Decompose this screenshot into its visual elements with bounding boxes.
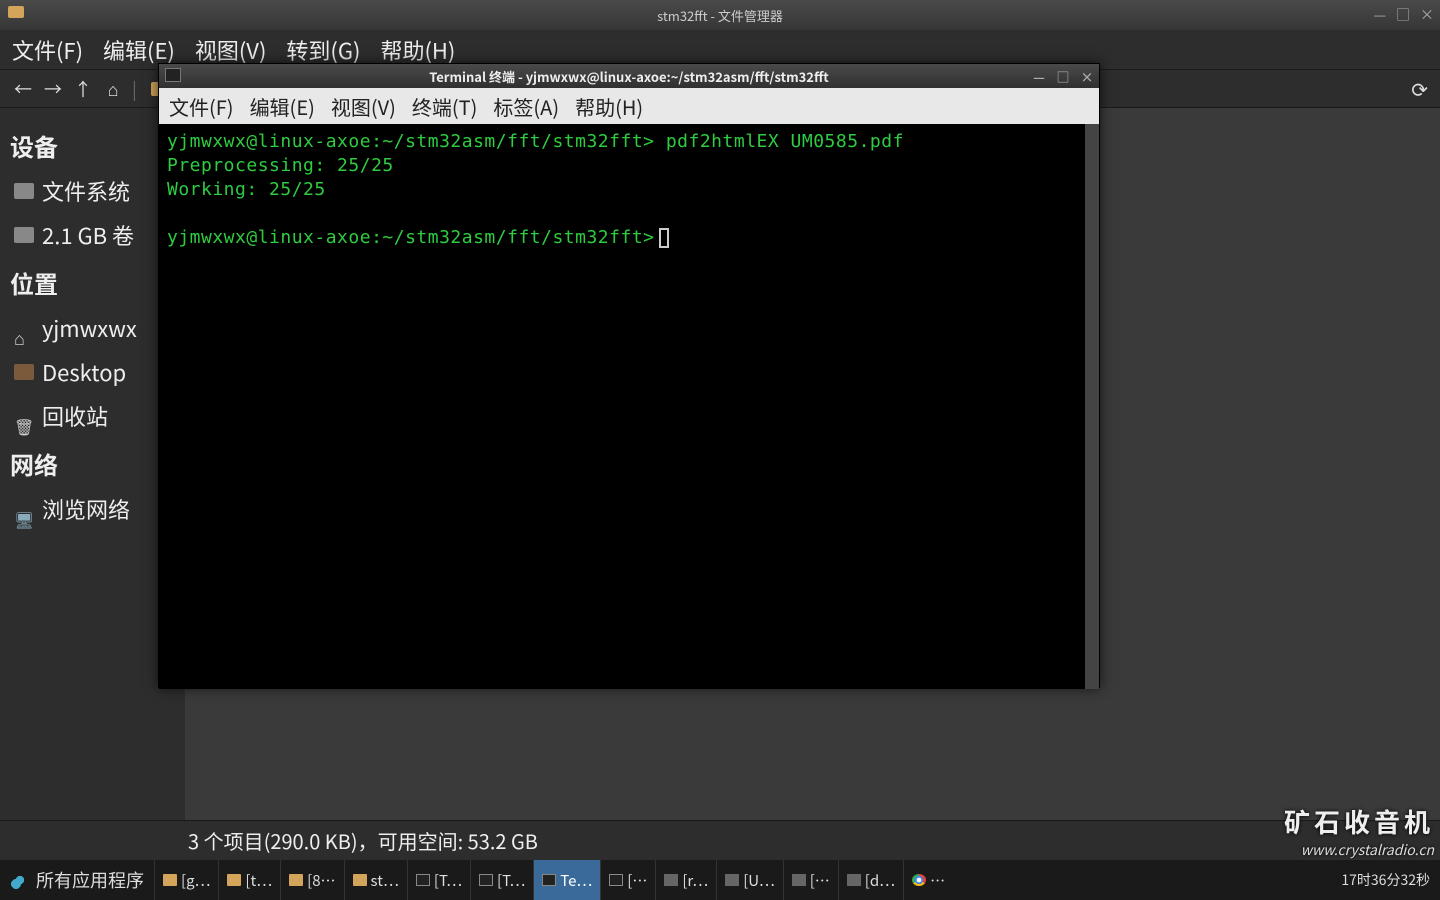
terminal-maximize-button[interactable]: □ xyxy=(1055,67,1071,86)
term-menu-help[interactable]: 帮助(H) xyxy=(575,92,643,121)
term-menu-edit[interactable]: 编辑(E) xyxy=(250,92,315,121)
nav-forward-icon[interactable]: → xyxy=(42,76,64,102)
terminal-prompt: yjmwxwx@linux-axoe:~/stm32asm/fft/stm32f… xyxy=(167,131,655,152)
file-manager-statusbar: 3 个项目(290.0 KB)，可用空间: 53.2 GB xyxy=(0,820,1440,860)
generic-icon xyxy=(847,874,861,886)
terminal-titlebar[interactable]: Terminal 终端 - yjmwxwx@linux-axoe:~/stm32… xyxy=(159,64,1099,88)
taskbar-item-label: Te… xyxy=(560,870,592,891)
folder-icon xyxy=(289,874,303,886)
sidebar-item-desktop[interactable]: Desktop xyxy=(10,350,175,394)
taskbar-item[interactable]: … xyxy=(903,860,953,900)
taskbar-item[interactable]: [… xyxy=(600,860,655,900)
taskbar-item-label: [T… xyxy=(434,870,462,891)
menu-help[interactable]: 帮助(H) xyxy=(380,34,455,66)
term-icon xyxy=(542,874,556,886)
nav-up-icon[interactable]: ↑ xyxy=(72,76,94,102)
menu-file[interactable]: 文件(F) xyxy=(12,34,83,66)
taskbar-item[interactable]: [g… xyxy=(154,860,218,900)
terminal-prompt: yjmwxwx@linux-axoe:~/stm32asm/fft/stm32f… xyxy=(167,227,655,248)
sidebar-item-home[interactable]: yjmwxwx xyxy=(10,306,175,350)
file-manager-title: stm32fft - 文件管理器 xyxy=(657,6,783,25)
terminal-output-line: Preprocessing: 25/25 xyxy=(167,154,1091,178)
term-menu-file[interactable]: 文件(F) xyxy=(169,92,234,121)
term-menu-terminal[interactable]: 终端(T) xyxy=(412,92,478,121)
folder-icon xyxy=(8,6,24,18)
taskbar-item-label: [d… xyxy=(865,870,895,891)
nav-home-icon[interactable]: ⌂ xyxy=(102,76,124,102)
taskbar-item-label: [8… xyxy=(307,870,335,891)
trash-icon xyxy=(14,408,34,424)
sidebar-item-browse-network[interactable]: 浏览网络 xyxy=(10,487,175,531)
menu-go[interactable]: 转到(G) xyxy=(286,34,360,66)
taskbar-item-label: st… xyxy=(371,870,399,891)
disk-icon xyxy=(14,227,34,243)
terminal-minimize-button[interactable]: — xyxy=(1031,67,1047,86)
taskbar-item-label: [r… xyxy=(682,870,708,891)
terminal-command: pdf2htmlEX UM0585.pdf xyxy=(655,131,904,152)
clock[interactable]: 17时36分32秒 xyxy=(1341,870,1430,890)
sidebar-section-network: 网络 xyxy=(10,446,175,481)
term-icon xyxy=(416,874,430,886)
taskbar-item[interactable]: [r… xyxy=(655,860,716,900)
minimize-button[interactable]: — xyxy=(1373,5,1386,25)
terminal-output-line: Working: 25/25 xyxy=(167,178,1091,202)
folder-icon xyxy=(227,874,241,886)
close-button[interactable]: × xyxy=(1420,5,1434,25)
sidebar-section-places: 位置 xyxy=(10,265,175,300)
terminal-window: Terminal 终端 - yjmwxwx@linux-axoe:~/stm32… xyxy=(158,63,1100,688)
generic-icon xyxy=(725,874,739,886)
taskbar-item[interactable]: [t… xyxy=(218,860,280,900)
taskbar-item[interactable]: st… xyxy=(344,860,407,900)
maximize-button[interactable]: □ xyxy=(1396,5,1410,25)
taskbar-item-label: [U… xyxy=(743,870,775,891)
taskbar-item[interactable]: [8… xyxy=(280,860,343,900)
term-icon xyxy=(479,874,493,886)
taskbar-item[interactable]: [T… xyxy=(470,860,533,900)
taskbar-item[interactable]: Te… xyxy=(533,860,600,900)
taskbar-item-label: [g… xyxy=(181,870,210,891)
sidebar-item-trash[interactable]: 回收站 xyxy=(10,394,175,438)
home-icon xyxy=(14,320,34,336)
taskbar-item[interactable]: [… xyxy=(783,860,838,900)
term-menu-view[interactable]: 视图(V) xyxy=(331,92,396,121)
taskbar-item-label: [… xyxy=(627,870,647,891)
network-icon xyxy=(14,501,34,517)
generic-icon xyxy=(664,874,678,886)
terminal-close-button[interactable]: × xyxy=(1079,67,1095,86)
term-icon xyxy=(609,874,623,886)
folder-icon xyxy=(163,874,177,886)
refresh-icon[interactable]: ⟳ xyxy=(1411,74,1428,103)
terminal-scrollbar[interactable] xyxy=(1085,124,1099,689)
terminal-title: Terminal 终端 - yjmwxwx@linux-axoe:~/stm32… xyxy=(429,67,829,86)
start-menu-button[interactable]: 所有应用程序 xyxy=(0,860,154,900)
nav-back-icon[interactable]: ← xyxy=(12,76,34,102)
sidebar-item-volume[interactable]: 2.1 GB 卷 xyxy=(10,213,175,257)
start-icon xyxy=(10,870,30,890)
taskbar-item[interactable]: [T… xyxy=(407,860,470,900)
term-menu-tabs[interactable]: 标签(A) xyxy=(493,92,559,121)
file-manager-titlebar: stm32fft - 文件管理器 — □ × xyxy=(0,0,1440,30)
desktop-icon xyxy=(14,364,34,380)
terminal-menubar: 文件(F) 编辑(E) 视图(V) 终端(T) 标签(A) 帮助(H) xyxy=(159,88,1099,124)
taskbar-item-label: [t… xyxy=(245,870,272,891)
generic-icon xyxy=(792,874,806,886)
taskbar: 所有应用程序 [g… [t… [8… st… [T… [T… Te… [… [r… [U… [… [d… xyxy=(0,860,1440,900)
sidebar-section-devices: 设备 xyxy=(10,128,175,163)
taskbar-item-label: [T… xyxy=(497,870,525,891)
menu-edit[interactable]: 编辑(E) xyxy=(103,34,175,66)
sidebar-item-filesystem[interactable]: 文件系统 xyxy=(10,169,175,213)
taskbar-item-label: … xyxy=(930,870,945,891)
folder-icon xyxy=(353,874,367,886)
taskbar-item[interactable]: [U… xyxy=(716,860,783,900)
terminal-content[interactable]: yjmwxwx@linux-axoe:~/stm32asm/fft/stm32f… xyxy=(159,124,1099,689)
taskbar-item[interactable]: [d… xyxy=(838,860,903,900)
terminal-icon xyxy=(165,68,181,82)
system-tray[interactable]: 17时36分32秒 xyxy=(1331,870,1440,890)
menu-view[interactable]: 视图(V) xyxy=(195,34,267,66)
chrome-icon xyxy=(912,874,926,886)
terminal-cursor xyxy=(659,228,669,248)
disk-icon xyxy=(14,183,34,199)
taskbar-item-label: [… xyxy=(810,870,830,891)
